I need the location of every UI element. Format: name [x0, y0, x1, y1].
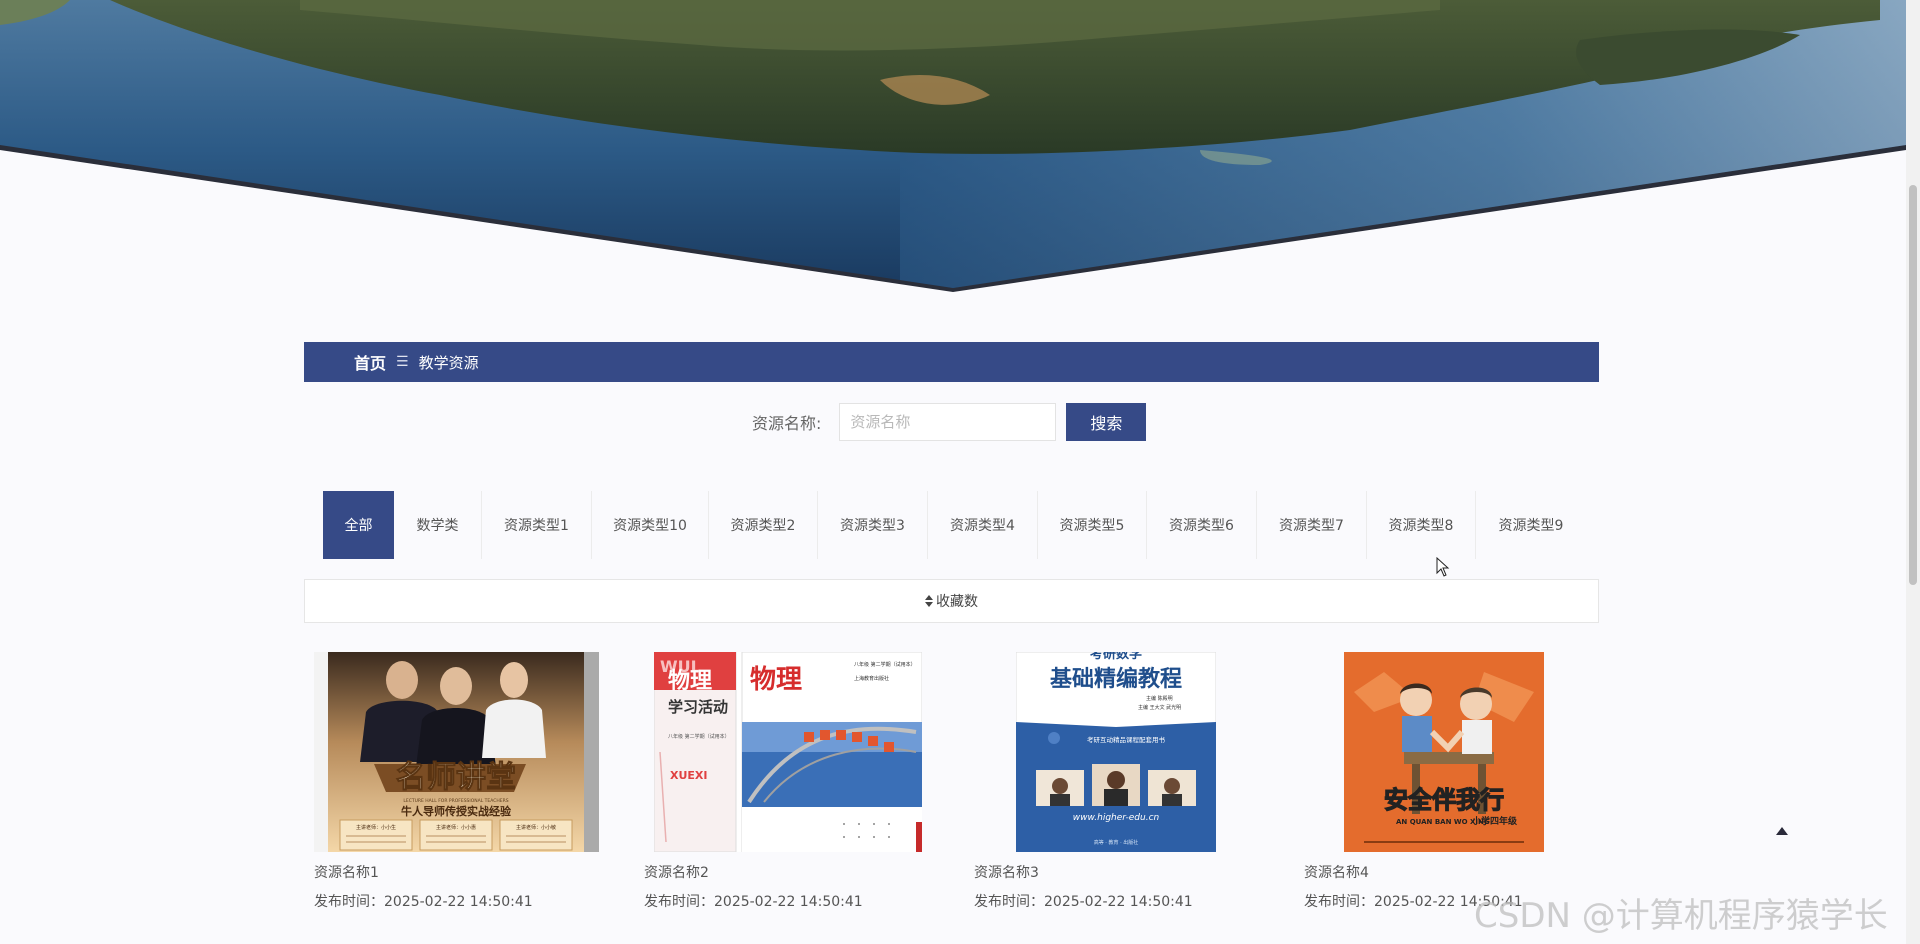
banner-landscape	[0, 0, 1906, 292]
search-button[interactable]: 搜索	[1066, 403, 1147, 441]
tab-type-1[interactable]: 资源类型1	[482, 491, 592, 559]
svg-text:LECTURE HALL FOR PROFESSIONAL: LECTURE HALL FOR PROFESSIONAL TEACHERS	[403, 798, 508, 804]
tab-type-5[interactable]: 资源类型5	[1038, 491, 1147, 559]
svg-text:物理: 物理	[750, 665, 802, 695]
breadcrumb-current: 教学资源	[418, 353, 479, 372]
resource-name[interactable]: 资源名称3	[974, 862, 1039, 882]
svg-text:上海教育出版社: 上海教育出版社	[854, 675, 889, 682]
svg-text:考研互动精品课程配套用书: 考研互动精品课程配套用书	[1087, 735, 1166, 744]
resource-cover-image[interactable]: 考研数学 基础精编教程 主编 陈殿明 主编 王大文 武光明 考研互动精品课程配套…	[1016, 652, 1216, 852]
svg-text:基础精编教程: 基础精编教程	[1050, 666, 1182, 692]
svg-text:主讲老师：小小惠: 主讲老师：小小惠	[436, 824, 476, 831]
svg-text:主编 王大文 武光明: 主编 王大文 武光明	[1138, 704, 1181, 711]
resource-name[interactable]: 资源名称2	[644, 862, 709, 882]
cover-title-text: 名师讲堂	[396, 760, 516, 795]
watermark: CSDN @计算机程序猿学长	[1474, 896, 1888, 936]
resource-cover-image[interactable]: WUL 物理 学习活动 八年级 第二学期（试用本） XUEXI 物理 八年级 第…	[654, 652, 922, 852]
svg-text:安全伴我行: 安全伴我行	[1384, 786, 1504, 814]
tab-type-7[interactable]: 资源类型7	[1257, 491, 1367, 559]
sort-favorites-button[interactable]: 收藏数	[925, 591, 978, 611]
svg-text:主讲老师：小小生: 主讲老师：小小生	[356, 824, 396, 831]
page: 首页 ☰ 教学资源 资源名称: 搜索 全部 数学类 资源类型1 资源类型10 资…	[0, 0, 1920, 944]
resource-name[interactable]: 资源名称4	[1304, 862, 1369, 882]
tab-type-3[interactable]: 资源类型3	[818, 491, 928, 559]
tab-type-2[interactable]: 资源类型2	[709, 491, 818, 559]
svg-text:牛人导师传授实战经验: 牛人导师传授实战经验	[401, 804, 512, 818]
svg-text:XUEXI: XUEXI	[670, 769, 708, 782]
tab-type-8[interactable]: 资源类型8	[1367, 491, 1476, 559]
sort-bar: 收藏数	[304, 579, 1599, 623]
resource-publish-time: 发布时间：2025-02-22 14:50:41	[644, 894, 863, 910]
banner-image	[0, 0, 1906, 300]
svg-text:高等 · 教育 · 出版社: 高等 · 教育 · 出版社	[1094, 839, 1139, 846]
tab-math[interactable]: 数学类	[394, 491, 482, 559]
tab-type-9[interactable]: 资源类型9	[1476, 491, 1586, 559]
search-form: 资源名称: 搜索	[752, 403, 1147, 441]
sort-label: 收藏数	[936, 594, 978, 610]
tab-type-10[interactable]: 资源类型10	[592, 491, 709, 559]
tab-type-4[interactable]: 资源类型4	[928, 491, 1038, 559]
mouse-cursor-icon	[1436, 556, 1450, 581]
tab-all[interactable]: 全部	[323, 491, 394, 559]
resource-cover-image[interactable]: 安全伴我行 AN QUAN BAN WO XING 小学四年级	[1344, 652, 1544, 852]
svg-text:八年级 第二学期（试用本）: 八年级 第二学期（试用本）	[854, 661, 916, 668]
resource-name[interactable]: 资源名称1	[314, 862, 379, 882]
breadcrumb: 首页 ☰ 教学资源	[304, 342, 1599, 382]
svg-text:学习活动: 学习活动	[668, 698, 728, 716]
search-label: 资源名称:	[752, 414, 822, 433]
scrollbar-thumb[interactable]	[1909, 185, 1917, 585]
tab-type-6[interactable]: 资源类型6	[1147, 491, 1257, 559]
back-to-top-icon[interactable]	[1774, 822, 1790, 835]
svg-text:考研数学: 考研数学	[1090, 652, 1142, 662]
resource-cover-image[interactable]: 名师讲堂 LECTURE HALL FOR PROFESSIONAL TEACH…	[314, 652, 599, 852]
svg-text:主编 陈殿明: 主编 陈殿明	[1146, 695, 1173, 702]
svg-text:主讲老师：小小敏: 主讲老师：小小敏	[516, 824, 556, 831]
category-tabs: 全部 数学类 资源类型1 资源类型10 资源类型2 资源类型3 资源类型4 资源…	[323, 491, 1586, 559]
resource-publish-time: 发布时间：2025-02-22 14:50:41	[974, 894, 1193, 910]
sort-icon	[925, 595, 933, 607]
svg-text:物理: 物理	[668, 668, 712, 694]
svg-text:八年级 第二学期（试用本）: 八年级 第二学期（试用本）	[668, 733, 730, 740]
page-scrollbar[interactable]	[1906, 0, 1920, 944]
resource-name-input[interactable]	[839, 403, 1057, 441]
svg-text:www.higher-edu.cn: www.higher-edu.cn	[1073, 813, 1160, 823]
svg-text:小学四年级: 小学四年级	[1471, 815, 1518, 827]
breadcrumb-home-link[interactable]: 首页	[354, 350, 386, 374]
resource-publish-time: 发布时间：2025-02-22 14:50:41	[314, 894, 533, 910]
breadcrumb-separator-icon: ☰	[396, 354, 409, 370]
